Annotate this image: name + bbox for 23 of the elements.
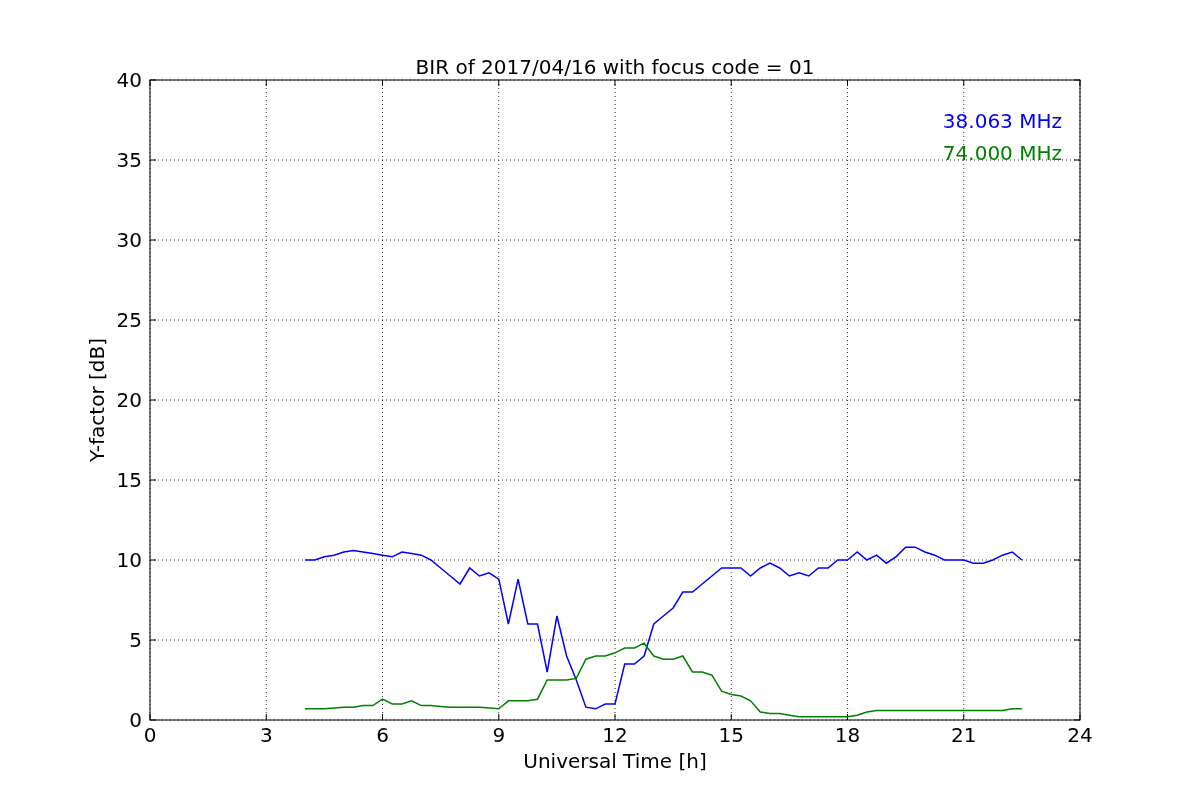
x-axis-label: Universal Time [h] (523, 749, 707, 773)
chart-title: BIR of 2017/04/16 with focus code = 01 (415, 55, 815, 79)
tick-label: 0 (129, 708, 142, 732)
y-axis-label: Y-factor [dB] (85, 338, 109, 462)
legend-label: 74.000 MHz (942, 141, 1062, 165)
tick-label: 18 (834, 723, 861, 747)
tick-label: 9 (492, 723, 506, 747)
legend-label: 38.063 MHz (942, 109, 1062, 133)
tick-label: 25 (116, 308, 142, 332)
tick-label: 12 (602, 723, 628, 747)
tick-label: 21 (951, 723, 977, 747)
tick-label: 10 (116, 548, 142, 572)
tick-label: 30 (116, 228, 142, 252)
tick-label: 35 (116, 148, 142, 172)
tick-label: 15 (116, 468, 142, 492)
tick-label: 24 (1067, 723, 1093, 747)
tick-label: 40 (116, 68, 142, 92)
tick-label: 5 (129, 628, 142, 652)
tick-label: 3 (259, 723, 273, 747)
tick-label: 20 (116, 388, 142, 412)
tick-label: 6 (376, 723, 389, 747)
tick-label: 15 (718, 723, 744, 747)
tick-label: 0 (143, 723, 157, 747)
